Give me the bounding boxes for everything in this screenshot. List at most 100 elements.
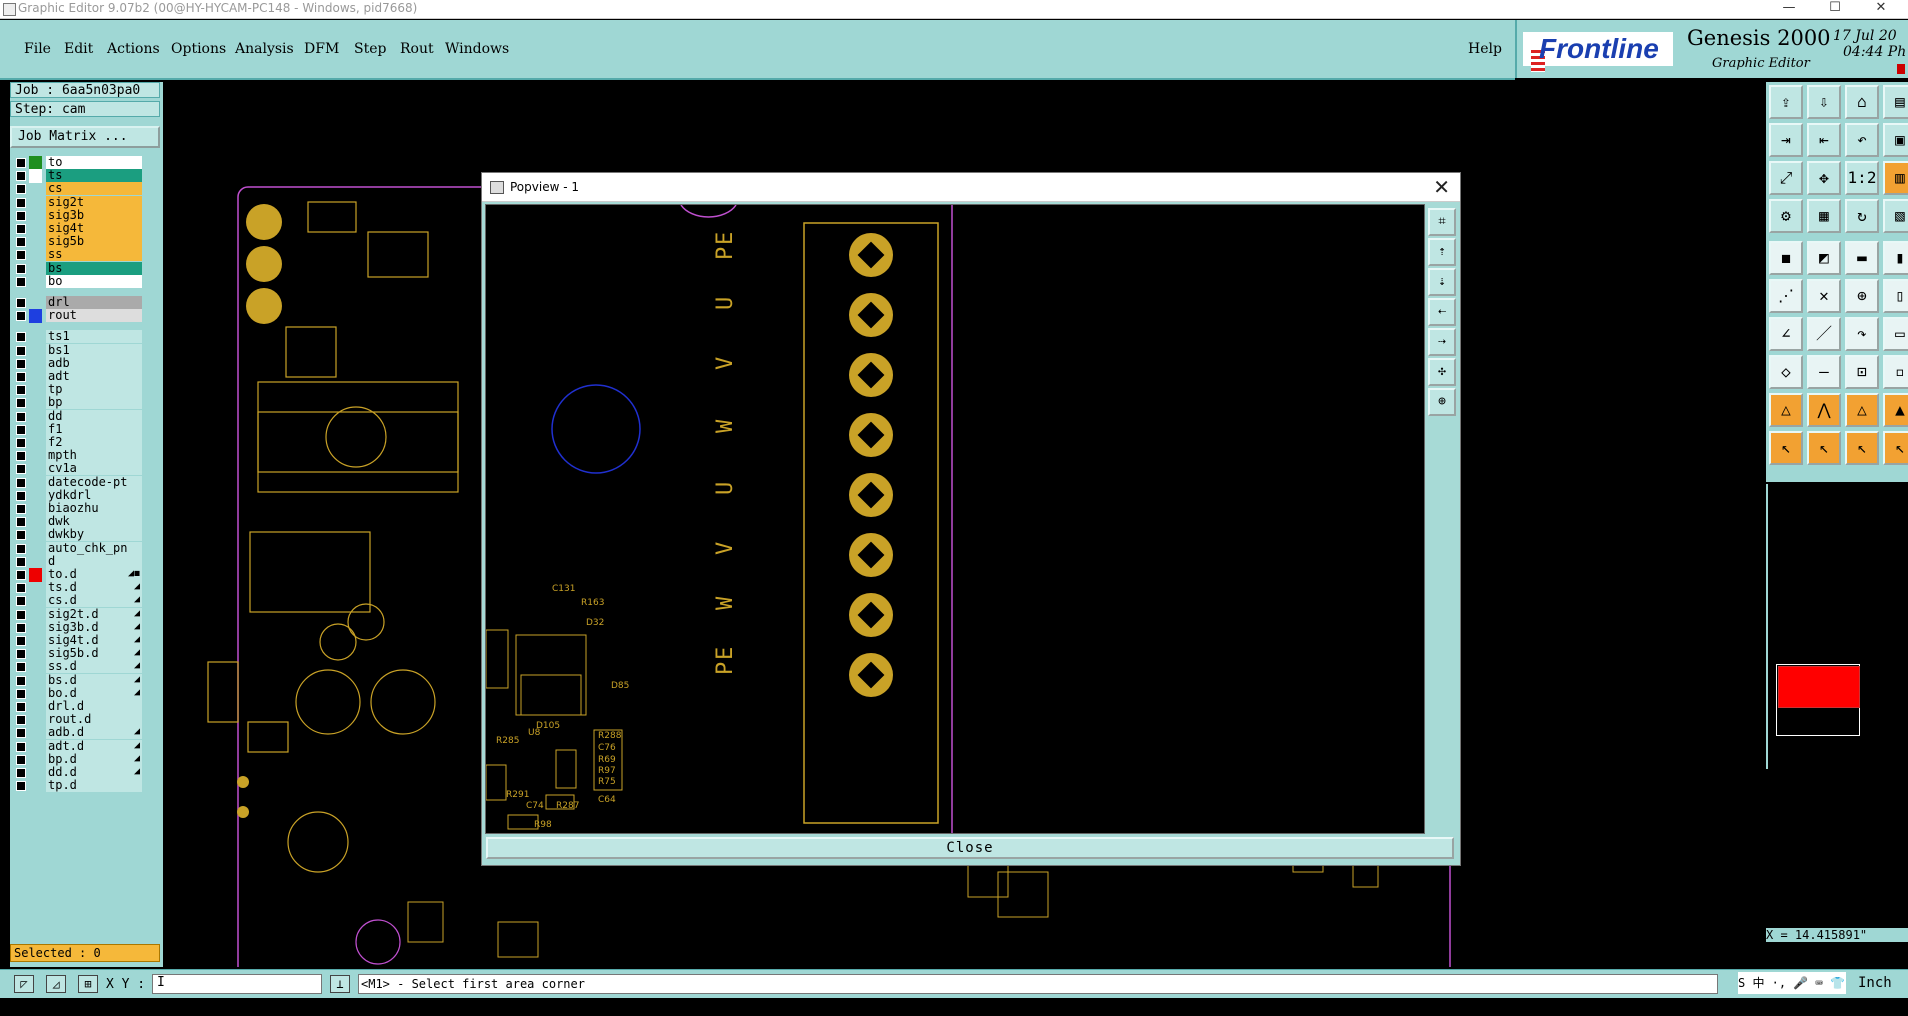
tool-button-25-icon[interactable]: ∠ bbox=[1769, 317, 1803, 351]
layer-name[interactable]: datecode-pt bbox=[46, 475, 142, 489]
tool-button-37-icon[interactable]: ↖ bbox=[1769, 431, 1803, 465]
layer-row[interactable]: to.d ◢◼ bbox=[14, 568, 142, 582]
grid-icon[interactable]: ⊞ bbox=[78, 975, 98, 993]
layer-checkbox[interactable] bbox=[16, 715, 26, 726]
layer-row[interactable]: rout.d bbox=[14, 713, 142, 727]
tool-button-7-icon[interactable]: ↶ bbox=[1845, 123, 1879, 157]
layer-row[interactable]: drl.d bbox=[14, 700, 142, 714]
layer-checkbox[interactable] bbox=[16, 662, 26, 673]
layer-checkbox[interactable] bbox=[16, 556, 26, 567]
layer-color-swatch[interactable] bbox=[29, 568, 42, 582]
layer-checkbox[interactable] bbox=[16, 332, 26, 343]
layer-name[interactable]: ts.d bbox=[46, 581, 142, 595]
layer-row[interactable]: auto_chk_pn bbox=[14, 541, 142, 556]
layer-color-swatch[interactable] bbox=[29, 156, 42, 170]
tool-button-39-icon[interactable]: ↖ bbox=[1845, 431, 1879, 465]
layer-checkbox[interactable] bbox=[16, 184, 26, 195]
layer-checkbox[interactable] bbox=[16, 276, 26, 287]
tool-button-5-icon[interactable]: ⇥ bbox=[1769, 123, 1803, 157]
tool-button-2-icon[interactable]: ⇩ bbox=[1807, 85, 1841, 119]
menu-step[interactable]: Step bbox=[354, 41, 386, 57]
layer-checkbox[interactable] bbox=[16, 224, 26, 234]
layer-row[interactable]: sig3b.d ◢ bbox=[14, 620, 142, 635]
layer-checkbox[interactable] bbox=[16, 438, 26, 448]
layer-checkbox[interactable] bbox=[16, 504, 26, 514]
layer-color-swatch[interactable] bbox=[29, 594, 42, 608]
layer-color-swatch[interactable] bbox=[29, 182, 42, 196]
layer-name[interactable]: cs.d bbox=[46, 594, 142, 608]
layer-row[interactable]: sig5b bbox=[14, 235, 142, 249]
layer-checkbox[interactable] bbox=[16, 424, 26, 435]
layer-row[interactable]: to bbox=[14, 156, 142, 170]
tool-button-13-icon[interactable]: ⚙ bbox=[1769, 199, 1803, 233]
cursor-icon[interactable]: ⊥ bbox=[330, 975, 350, 993]
layer-color-swatch[interactable] bbox=[29, 621, 42, 635]
layer-checkbox[interactable] bbox=[16, 451, 26, 462]
layer-row[interactable]: adb bbox=[14, 356, 142, 371]
layer-name[interactable]: ydkdrl bbox=[46, 488, 142, 502]
layer-row[interactable]: rout bbox=[14, 309, 142, 324]
tool-button-28-icon[interactable]: ▭ bbox=[1883, 317, 1908, 351]
layer-color-swatch[interactable] bbox=[29, 753, 42, 767]
layer-name[interactable]: ss bbox=[46, 248, 142, 262]
menu-help[interactable]: Help bbox=[1468, 41, 1502, 57]
layer-color-swatch[interactable] bbox=[29, 436, 42, 450]
tool-button-3-icon[interactable]: ⌂ bbox=[1845, 85, 1879, 119]
xy-input[interactable]: I bbox=[152, 974, 322, 994]
tool-button-26-icon[interactable]: ／ bbox=[1807, 317, 1841, 351]
layer-row[interactable]: bp bbox=[14, 396, 142, 410]
measure-icon[interactable]: ◿ bbox=[46, 975, 66, 993]
layer-color-swatch[interactable] bbox=[29, 169, 42, 184]
layer-color-swatch[interactable] bbox=[29, 209, 42, 223]
layer-name[interactable]: bp.d bbox=[46, 752, 142, 766]
layer-name[interactable]: ts1 bbox=[46, 330, 142, 344]
tool-button-10-icon[interactable]: ✥ bbox=[1807, 161, 1841, 195]
layer-checkbox[interactable] bbox=[16, 345, 26, 356]
layer-name[interactable]: dwkby bbox=[46, 528, 142, 542]
layer-checkbox[interactable] bbox=[16, 411, 26, 422]
layer-name[interactable]: sig3b bbox=[46, 208, 142, 222]
layer-row[interactable]: cs bbox=[14, 182, 142, 196]
layer-checkbox[interactable] bbox=[16, 171, 26, 182]
layer-row[interactable]: tp bbox=[14, 383, 142, 397]
tool-button-31-icon[interactable]: ⊡ bbox=[1845, 355, 1879, 389]
maximize-button[interactable]: ☐ bbox=[1812, 0, 1858, 18]
layer-color-swatch[interactable] bbox=[29, 476, 42, 490]
tool-button-24-icon[interactable]: ▯ bbox=[1883, 279, 1908, 313]
menu-windows[interactable]: Windows bbox=[445, 41, 509, 57]
layer-name[interactable]: bo bbox=[46, 274, 142, 288]
popview-tool-down-icon[interactable]: ⇣ bbox=[1428, 268, 1456, 296]
layer-checkbox[interactable] bbox=[16, 464, 26, 475]
snap-icon[interactable]: ◸ bbox=[14, 975, 34, 993]
layer-row[interactable]: dd bbox=[14, 409, 142, 424]
tool-button-19-icon[interactable]: ▬ bbox=[1845, 241, 1879, 275]
layer-checkbox[interactable] bbox=[16, 517, 26, 528]
popview-tool-up-icon[interactable]: ⇡ bbox=[1428, 238, 1456, 266]
layer-checkbox[interactable] bbox=[16, 197, 26, 208]
layer-name[interactable]: biaozhu bbox=[46, 502, 142, 515]
layer-checkbox[interactable] bbox=[16, 298, 26, 308]
minimize-button[interactable]: — bbox=[1766, 0, 1812, 18]
layer-name[interactable]: drl bbox=[46, 296, 142, 309]
layer-row[interactable]: bs1 bbox=[14, 343, 142, 358]
layer-color-swatch[interactable] bbox=[29, 502, 42, 516]
tool-button-9-icon[interactable]: ⤢ bbox=[1769, 161, 1803, 195]
layer-color-swatch[interactable] bbox=[29, 423, 42, 437]
popview-tool-fit-icon[interactable]: ✣ bbox=[1428, 358, 1456, 386]
layer-name[interactable]: drl.d bbox=[46, 700, 142, 713]
layer-color-swatch[interactable] bbox=[29, 296, 42, 310]
layer-checkbox[interactable] bbox=[16, 398, 26, 409]
layer-color-swatch[interactable] bbox=[29, 726, 42, 740]
layer-name[interactable]: ss.d bbox=[46, 660, 142, 674]
layer-color-swatch[interactable] bbox=[29, 370, 42, 384]
layer-color-swatch[interactable] bbox=[29, 700, 42, 714]
layer-color-swatch[interactable] bbox=[29, 674, 42, 688]
layer-row[interactable]: sig4t.d ◢ bbox=[14, 634, 142, 648]
tool-button-27-icon[interactable]: ↷ bbox=[1845, 317, 1879, 351]
layer-row[interactable]: adb.d ◢ bbox=[14, 726, 142, 740]
tool-button-32-icon[interactable]: ▫ bbox=[1883, 355, 1908, 389]
layer-name[interactable]: dd.d bbox=[46, 766, 142, 779]
menu-edit[interactable]: Edit bbox=[64, 41, 93, 57]
ime-tray[interactable]: S 中 ·, 🎤 ⌨ 👕 ⊞ bbox=[1738, 972, 1846, 1012]
layer-checkbox[interactable] bbox=[16, 728, 26, 739]
